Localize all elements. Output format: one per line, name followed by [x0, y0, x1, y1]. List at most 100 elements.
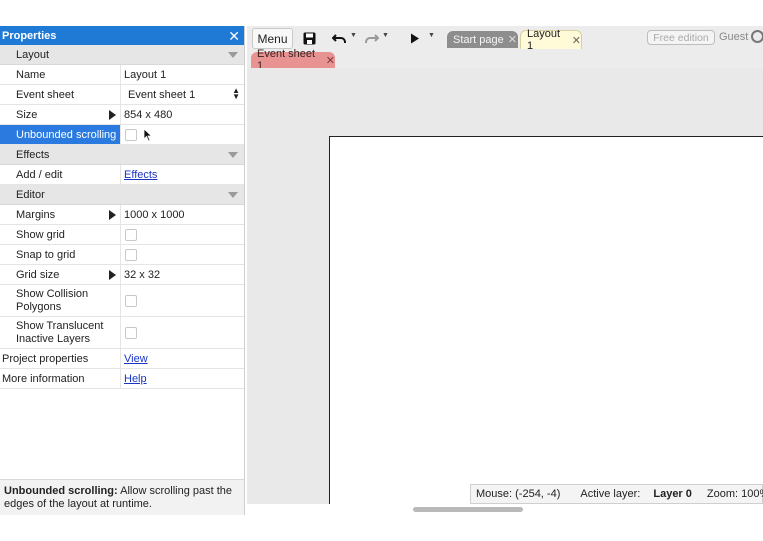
event-sheet-select[interactable]: Event sheet 1 ▲ ▼ [121, 85, 244, 104]
active-layer-value: Layer 0 [653, 488, 692, 500]
prop-row-margins[interactable]: Margins 1000 x 1000 [0, 205, 244, 225]
view-link[interactable]: View [124, 353, 148, 365]
prop-size-label: Size [0, 105, 121, 124]
layout-canvas[interactable] [329, 136, 763, 504]
prop-more-value: Help [121, 369, 244, 388]
secondary-tab-row: Event sheet 1 ✕ [247, 48, 763, 72]
prop-row-event-sheet[interactable]: Event sheet Event sheet 1 ▲ ▼ [0, 85, 244, 105]
mouse-position: Mouse: (-254, -4) [476, 488, 561, 500]
prop-name-value[interactable]: Layout 1 [121, 65, 244, 84]
main-toolbar: Menu ▼ ▼ ▼ Start page ✕ Layout 1 ✕ Free … [247, 26, 763, 52]
prop-grid-size-label-text: Grid size [16, 268, 60, 281]
help-link[interactable]: Help [124, 373, 147, 385]
scrollbar-thumb[interactable] [413, 507, 523, 512]
prop-collision-value [121, 285, 244, 316]
prop-row-project-properties[interactable]: Project properties View [0, 349, 244, 369]
play-dropdown-icon[interactable]: ▼ [428, 32, 435, 39]
prop-row-translucent-layers[interactable]: Show Translucent Inactive Layers [0, 317, 244, 349]
tab-start-page[interactable]: Start page ✕ [447, 31, 518, 48]
unbounded-scrolling-checkbox[interactable] [125, 128, 137, 141]
prop-unbounded-value [121, 125, 244, 144]
play-icon[interactable] [408, 30, 422, 46]
layout-editor[interactable] [247, 68, 763, 504]
status-bar: Mouse: (-254, -4) Active layer: Layer 0 … [470, 484, 763, 504]
collapse-icon[interactable] [228, 191, 238, 198]
undo-dropdown-icon[interactable]: ▼ [350, 32, 357, 39]
collision-polygons-checkbox[interactable] [125, 294, 137, 307]
prop-translucent-value [121, 317, 244, 348]
prop-collision-label: Show Collision Polygons [0, 285, 121, 316]
prop-row-add-edit[interactable]: Add / edit Effects [0, 165, 244, 185]
close-icon[interactable]: ✕ [228, 29, 240, 43]
snap-to-grid-checkbox[interactable] [125, 248, 137, 261]
section-effects-label: Effects [16, 148, 50, 161]
prop-row-snap-to-grid[interactable]: Snap to grid [0, 245, 244, 265]
mouse-cursor-icon [143, 128, 153, 142]
prop-show-grid-label: Show grid [0, 225, 121, 244]
section-effects[interactable]: Effects [0, 145, 244, 165]
expand-arrow-icon[interactable] [109, 210, 116, 220]
zoom-level: Zoom: 100% [706, 488, 763, 500]
prop-add-edit-value: Effects [121, 165, 244, 184]
close-icon[interactable]: ✕ [572, 34, 581, 47]
prop-row-grid-size[interactable]: Grid size 32 x 32 [0, 265, 244, 285]
show-grid-checkbox[interactable] [125, 228, 137, 241]
prop-more-label: More information [0, 369, 121, 388]
prop-unbounded-label: Unbounded scrolling [0, 125, 121, 144]
help-term: Unbounded scrolling: [4, 485, 118, 497]
collapse-icon[interactable] [228, 51, 238, 58]
redo-dropdown-icon[interactable]: ▼ [382, 32, 389, 39]
prop-grid-size-value[interactable]: 32 x 32 [121, 265, 244, 284]
prop-name-label: Name [0, 65, 121, 84]
tab-start-page-label: Start page [453, 33, 504, 46]
prop-row-size[interactable]: Size 854 x 480 [0, 105, 244, 125]
close-icon[interactable]: ✕ [508, 33, 517, 46]
effects-link[interactable]: Effects [124, 169, 157, 181]
prop-project-value: View [121, 349, 244, 368]
user-icon[interactable] [751, 30, 763, 43]
tab-event-sheet-1[interactable]: Event sheet 1 ✕ [251, 48, 335, 72]
guest-label[interactable]: Guest [719, 31, 748, 43]
tab-layout-1[interactable]: Layout 1 ✕ [520, 28, 582, 52]
prop-size-label-text: Size [16, 108, 38, 121]
prop-translucent-label: Show Translucent Inactive Layers [0, 317, 121, 348]
prop-grid-size-label: Grid size [0, 265, 121, 284]
collapse-icon[interactable] [228, 151, 238, 158]
section-editor[interactable]: Editor [0, 185, 244, 205]
section-layout[interactable]: Layout [0, 45, 244, 65]
select-arrows-icon: ▲ ▼ [232, 86, 240, 101]
tab-layout-1-label: Layout 1 [527, 28, 561, 52]
translucent-layers-checkbox[interactable] [125, 326, 137, 339]
undo-icon[interactable] [331, 30, 347, 46]
properties-panel: Properties ✕ Layout Name Layout 1 Event … [0, 26, 245, 515]
prop-row-name[interactable]: Name Layout 1 [0, 65, 244, 85]
prop-snap-label: Snap to grid [0, 245, 121, 264]
properties-header: Properties ✕ [0, 26, 244, 45]
prop-add-edit-label: Add / edit [0, 165, 121, 184]
prop-show-grid-value [121, 225, 244, 244]
prop-row-show-grid[interactable]: Show grid [0, 225, 244, 245]
save-icon[interactable] [301, 30, 317, 46]
prop-row-more-information[interactable]: More information Help [0, 369, 244, 389]
redo-icon[interactable] [363, 30, 379, 46]
prop-row-collision-polygons[interactable]: Show Collision Polygons [0, 285, 244, 317]
menu-button[interactable]: Menu [252, 28, 293, 49]
prop-row-unbounded-scrolling[interactable]: Unbounded scrolling [0, 125, 244, 145]
prop-margins-label: Margins [0, 205, 121, 224]
prop-event-sheet-label: Event sheet [0, 85, 121, 104]
free-edition-badge[interactable]: Free edition [647, 30, 715, 45]
prop-snap-value [121, 245, 244, 264]
prop-project-label: Project properties [0, 349, 121, 368]
help-description: Unbounded scrolling: Allow scrolling pas… [0, 479, 244, 515]
prop-size-value[interactable]: 854 x 480 [121, 105, 244, 124]
event-sheet-select-value: Event sheet 1 [128, 88, 196, 101]
prop-margins-label-text: Margins [16, 208, 56, 221]
active-layer: Active layer: Layer 0 [575, 488, 692, 500]
close-icon[interactable]: ✕ [326, 54, 335, 67]
properties-title: Properties [2, 29, 57, 42]
expand-arrow-icon[interactable] [109, 110, 116, 120]
prop-margins-value[interactable]: 1000 x 1000 [121, 205, 244, 224]
active-layer-label: Active layer: [580, 488, 641, 500]
expand-arrow-icon[interactable] [109, 270, 116, 280]
section-editor-label: Editor [16, 188, 45, 201]
